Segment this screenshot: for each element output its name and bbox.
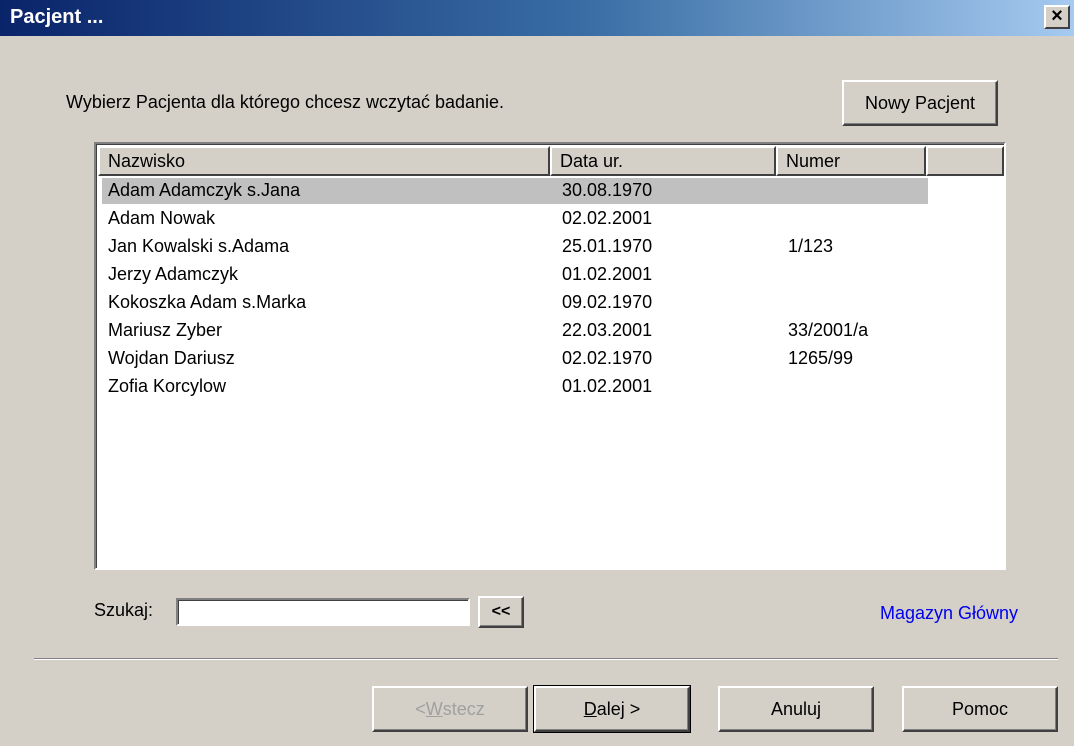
table-row[interactable]: Zofia Korcylow 01.02.2001 [102,374,928,400]
column-header-name[interactable]: Nazwisko [98,146,550,176]
cell-name: Adam Adamczyk s.Jana [108,180,301,200]
table-row[interactable]: Jan Kowalski s.Adama 25.01.1970 1/123 [102,234,928,260]
cell-dob: 25.01.1970 [562,236,653,256]
help-button[interactable]: Pomoc [902,686,1058,732]
back-button-rest: stecz [442,698,485,719]
cell-number: 33/2001/a [788,320,869,340]
cell-dob: 02.02.2001 [562,208,653,228]
cell-name: Jerzy Adamczyk [108,264,239,284]
main-warehouse-link[interactable]: Magazyn Główny [880,603,1018,624]
close-button[interactable]: × [1044,5,1070,29]
title-bar: Pacjent ... × [0,0,1074,36]
cell-dob: 09.02.1970 [562,292,653,312]
table-row[interactable]: Mariusz Zyber 22.03.2001 33/2001/a [102,318,928,344]
next-button-accel: D [583,698,597,719]
next-button-rest: alej > [596,698,641,719]
back-button[interactable]: < Wstecz [372,686,528,732]
table-row[interactable]: Wojdan Dariusz 02.02.1970 1265/99 [102,346,928,372]
table-row[interactable]: Adam Nowak 02.02.2001 [102,206,928,232]
cell-number: 1265/99 [788,348,854,368]
cell-dob: 22.03.2001 [562,320,653,340]
search-input[interactable] [176,598,470,626]
close-icon: × [1051,5,1063,27]
back-button-accel: W [425,698,443,719]
cell-name: Jan Kowalski s.Adama [108,236,290,256]
search-label: Szukaj: [94,600,154,620]
column-header-number[interactable]: Numer [776,146,926,176]
cell-number: 1/123 [788,236,834,256]
double-chevron-left-icon: << [491,603,511,620]
cell-dob: 02.02.1970 [562,348,653,368]
cell-dob: 30.08.1970 [562,180,653,200]
window-title: Pacjent ... [10,6,104,28]
patient-list[interactable]: Nazwisko Data ur. Numer Adam Adamczyk s.… [94,142,1006,570]
cancel-button[interactable]: Anuluj [718,686,874,732]
table-row[interactable]: Kokoszka Adam s.Marka 09.02.1970 [102,290,928,316]
table-row[interactable]: Adam Adamczyk s.Jana 30.08.1970 [102,178,928,204]
cell-dob: 01.02.2001 [562,264,653,284]
back-button-prefix: < [415,698,426,719]
cell-name: Wojdan Dariusz [108,348,235,368]
table-row[interactable]: Jerzy Adamczyk 01.02.2001 [102,262,928,288]
list-header: Nazwisko Data ur. Numer [98,146,1004,176]
cell-name: Kokoszka Adam s.Marka [108,292,307,312]
next-button[interactable]: Dalej > [533,685,691,733]
cell-name: Zofia Korcylow [108,376,227,396]
new-patient-button[interactable]: Nowy Pacjent [842,80,998,126]
search-back-button[interactable]: << [478,596,524,628]
separator [34,658,1058,660]
cell-name: Mariusz Zyber [108,320,223,340]
cell-dob: 01.02.2001 [562,376,653,396]
instruction-text: Wybierz Pacjenta dla którego chcesz wczy… [66,92,505,112]
cell-name: Adam Nowak [108,208,216,228]
column-header-filler [926,146,1004,176]
column-header-dob[interactable]: Data ur. [550,146,776,176]
